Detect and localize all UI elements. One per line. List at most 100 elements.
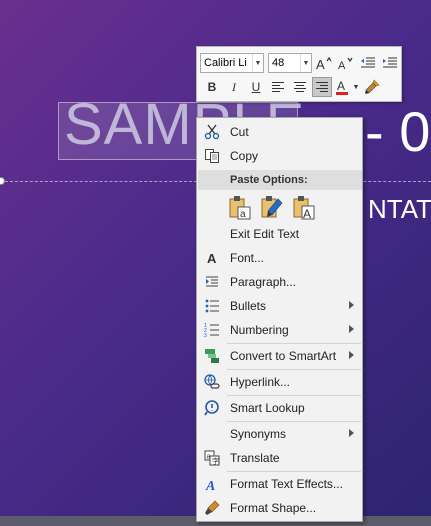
decrease-font-size-icon: A	[338, 57, 353, 70]
menu-item-label: Translate	[230, 451, 280, 465]
search-icon	[200, 397, 224, 419]
chevron-down-icon[interactable]: ▼	[300, 54, 311, 72]
font-color-icon: A	[336, 79, 348, 95]
align-left-icon	[272, 82, 284, 92]
menu-item-synonyms[interactable]: Synonyms	[198, 423, 362, 445]
font-size-combobox[interactable]: 48 ▼	[268, 53, 312, 73]
menu-item-exit-edit-text[interactable]: Exit Edit Text	[198, 223, 362, 245]
align-center-icon	[294, 82, 306, 92]
font-icon: A	[200, 247, 224, 269]
menu-separator	[227, 471, 361, 472]
svg-text:A: A	[337, 79, 345, 93]
paste-keep-source-icon: a	[229, 196, 251, 220]
decrease-font-size-button[interactable]: A	[336, 53, 356, 73]
menu-separator	[227, 343, 361, 344]
paste-use-destination-theme-button[interactable]	[259, 194, 285, 222]
increase-font-size-icon: A	[316, 56, 332, 70]
menu-item-label: Format Shape...	[230, 501, 317, 515]
submenu-arrow-icon	[349, 301, 354, 309]
menu-item-label: Cut	[230, 125, 249, 139]
paste-text-only-icon: A	[293, 196, 315, 221]
svg-text:3: 3	[204, 333, 207, 338]
format-shape-icon	[200, 497, 224, 519]
bullets-icon	[200, 295, 224, 317]
align-right-button[interactable]	[312, 77, 332, 97]
font-size-value: 48	[272, 57, 285, 69]
decrease-indent-icon	[361, 57, 375, 68]
menu-item-label: Copy	[230, 149, 259, 163]
format-painter-icon	[365, 79, 380, 94]
menu-item-numbering[interactable]: 1 2 3 Numbering	[198, 319, 362, 341]
align-right-icon	[316, 82, 328, 92]
paste-options-header: Paste Options:	[198, 170, 362, 190]
increase-font-size-button[interactable]: A	[314, 53, 334, 73]
menu-separator	[227, 395, 361, 396]
paste-keep-text-only-button[interactable]: A	[291, 194, 317, 222]
context-menu: Cut Copy Paste Options: a A Exit Edit Te…	[196, 117, 363, 522]
submenu-arrow-icon	[349, 429, 354, 437]
submenu-arrow-icon	[349, 325, 354, 333]
submenu-arrow-icon	[349, 351, 354, 359]
translate-icon: a 字	[200, 447, 224, 469]
resize-handle[interactable]	[0, 177, 5, 185]
smartart-icon	[200, 345, 224, 367]
menu-item-format-text-effects[interactable]: A Format Text Effects...	[198, 473, 362, 495]
menu-item-label: Bullets	[230, 299, 267, 313]
menu-item-label: Format Text Effects...	[230, 477, 343, 491]
svg-text:a: a	[240, 209, 246, 220]
copy-icon	[200, 145, 224, 167]
svg-text:A: A	[205, 479, 215, 492]
text-effects-icon: A	[200, 473, 224, 495]
menu-item-cut[interactable]: Cut	[198, 121, 362, 143]
svg-text:A: A	[303, 207, 311, 221]
menu-item-smart-lookup[interactable]: Smart Lookup	[198, 397, 362, 419]
paste-keep-source-formatting-button[interactable]: a	[227, 194, 253, 222]
bold-button[interactable]: B	[202, 77, 222, 97]
mini-toolbar-row-1: Calibri Li ▼ 48 ▼ A A	[200, 52, 400, 74]
slide-title-suffix: - 0	[365, 100, 431, 163]
increase-indent-button[interactable]	[380, 53, 400, 73]
menu-item-copy[interactable]: Copy	[198, 145, 362, 167]
font-name-value: Calibri Li	[204, 57, 247, 69]
increase-indent-icon	[383, 57, 397, 68]
menu-item-paragraph[interactable]: Paragraph...	[198, 271, 362, 293]
menu-item-convert-to-smartart[interactable]: Convert to SmartArt	[198, 345, 362, 367]
font-color-dropdown[interactable]: ▼	[352, 77, 360, 97]
hyperlink-icon	[200, 371, 224, 393]
menu-separator	[227, 369, 361, 370]
decrease-indent-button[interactable]	[358, 53, 378, 73]
italic-button[interactable]: I	[224, 77, 244, 97]
menu-item-label: Synonyms	[230, 427, 287, 441]
svg-text:A: A	[338, 60, 346, 70]
menu-item-font[interactable]: A Font...	[198, 247, 362, 269]
menu-item-label: Exit Edit Text	[230, 227, 300, 241]
align-center-button[interactable]	[290, 77, 310, 97]
chevron-down-icon[interactable]: ▼	[252, 54, 263, 72]
menu-item-hyperlink[interactable]: Hyperlink...	[198, 371, 362, 393]
menu-item-label: Font...	[230, 251, 265, 265]
underline-button[interactable]: U	[246, 77, 266, 97]
menu-item-bullets[interactable]: Bullets	[198, 295, 362, 317]
menu-item-label: Hyperlink...	[230, 375, 291, 389]
slide-subtitle-fragment: NTAT	[368, 194, 431, 224]
menu-item-label: Numbering	[230, 323, 289, 337]
numbering-icon: 1 2 3	[200, 319, 224, 341]
svg-text:A: A	[207, 251, 217, 266]
mini-toolbar-row-2: B I U A ▼	[200, 76, 382, 98]
font-name-combobox[interactable]: Calibri Li ▼	[200, 53, 264, 73]
svg-text:字: 字	[212, 457, 219, 466]
menu-item-label: Paragraph...	[230, 275, 297, 289]
font-color-button[interactable]: A	[334, 77, 350, 97]
menu-item-label: Smart Lookup	[230, 401, 305, 415]
menu-item-format-shape[interactable]: Format Shape...	[198, 497, 362, 519]
paste-options-row: a A	[227, 194, 317, 224]
menu-separator	[227, 421, 361, 422]
menu-item-translate[interactable]: a 字 Translate	[198, 447, 362, 469]
align-left-button[interactable]	[268, 77, 288, 97]
scissors-icon	[200, 121, 224, 143]
paste-destination-theme-icon	[261, 196, 283, 218]
svg-text:A: A	[316, 57, 325, 70]
menu-item-label: Convert to SmartArt	[230, 349, 337, 363]
format-painter-button[interactable]	[362, 77, 382, 97]
mini-toolbar: Calibri Li ▼ 48 ▼ A A B I U A ▼	[196, 46, 402, 102]
